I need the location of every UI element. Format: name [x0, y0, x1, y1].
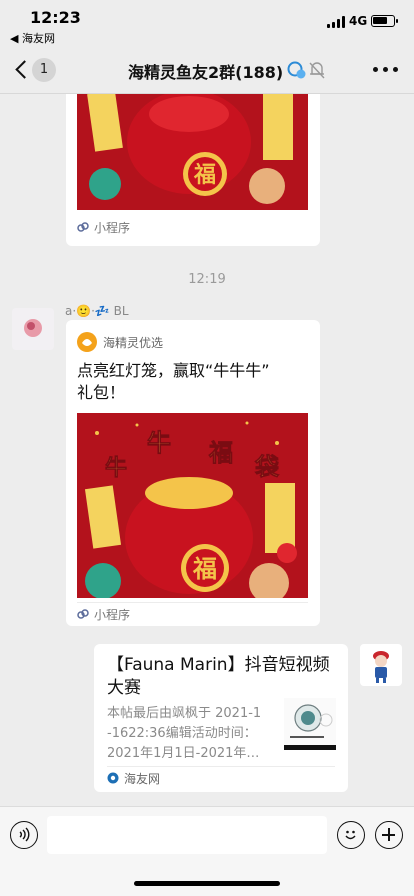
- mini-program-title-line2: 礼包！: [77, 383, 126, 402]
- emoji-icon[interactable]: [337, 821, 365, 849]
- back-chevron-icon[interactable]: [12, 58, 34, 82]
- status-time: 12:23: [30, 8, 81, 27]
- message-timestamp: 12:19: [188, 272, 226, 287]
- mini-program-icon: [77, 609, 89, 619]
- unread-count-badge[interactable]: 1: [32, 58, 56, 82]
- message-input[interactable]: [47, 816, 327, 854]
- poster-char-2: 牛: [147, 429, 171, 457]
- sender-avatar[interactable]: [12, 308, 54, 350]
- more-options-icon[interactable]: [373, 67, 399, 73]
- mini-program-label: 小程序: [94, 221, 131, 235]
- mini-program-image: 福: [77, 94, 308, 210]
- mini-program-card[interactable]: 海精灵优选 点亮红灯笼，赢取“牛牛牛” 礼包！ 牛 牛 福 袋 福 小程序: [66, 320, 320, 626]
- sender-name: a·🙂·💤 BL: [65, 304, 129, 318]
- chat-title: 海精灵鱼友2群(188): [128, 63, 284, 82]
- status-bar: 12:23 ◀ 海友网 4G: [0, 0, 414, 46]
- link-card[interactable]: 【Fauna Marin】抖音短视频 大赛 本帖最后由飒枫于 2021-1 -1…: [94, 644, 348, 792]
- card-divider: [107, 766, 335, 767]
- site-logo-icon: [107, 772, 119, 784]
- battery-icon: [371, 15, 398, 27]
- mute-bell-icon: [309, 62, 325, 79]
- voice-input-icon[interactable]: [10, 821, 38, 849]
- network-type: 4G: [349, 14, 368, 28]
- link-desc-line3: 2021年1月1日-2021年…: [107, 746, 260, 761]
- mini-program-label: 小程序: [94, 608, 131, 622]
- source-logo-icon: [77, 332, 97, 352]
- link-desc-line1: 本帖最后由飒枫于 2021-1: [107, 706, 262, 721]
- back-to-app-link[interactable]: ◀ 海友网: [10, 30, 55, 46]
- link-title-line1: 【Fauna Marin】抖音短视频: [107, 655, 330, 675]
- mini-program-source: 海精灵优选: [103, 336, 164, 350]
- my-avatar[interactable]: [360, 644, 402, 686]
- mini-program-image: 牛 牛 福 袋 福: [77, 413, 308, 598]
- chat-messages[interactable]: 福 小程序 12:19 a·🙂·💤 BL 海精灵优选 点亮红灯笼，赢取“牛牛牛”…: [0, 94, 414, 806]
- group-chat-icon: [287, 61, 306, 79]
- mini-program-icon: [77, 222, 89, 232]
- fu-character: 福: [193, 163, 216, 188]
- add-more-icon[interactable]: [375, 821, 403, 849]
- poster-char-3: 福: [208, 439, 233, 467]
- link-thumbnail: [284, 698, 336, 750]
- link-source: 海友网: [124, 772, 161, 786]
- mini-program-card[interactable]: 福 小程序: [66, 94, 320, 246]
- signal-icon: [327, 16, 345, 28]
- poster-char-1: 牛: [105, 455, 127, 481]
- card-divider: [77, 602, 308, 603]
- fu-character: 福: [192, 555, 217, 583]
- link-title-line2: 大赛: [107, 678, 141, 698]
- poster-char-4: 袋: [254, 453, 280, 481]
- mini-program-title-line1: 点亮红灯笼，赢取“牛牛牛”: [77, 361, 270, 380]
- home-indicator: [134, 881, 280, 886]
- link-desc-line2: -1622:36编辑活动时间：: [107, 726, 257, 741]
- chat-header: 1 海精灵鱼友2群(188): [0, 46, 414, 94]
